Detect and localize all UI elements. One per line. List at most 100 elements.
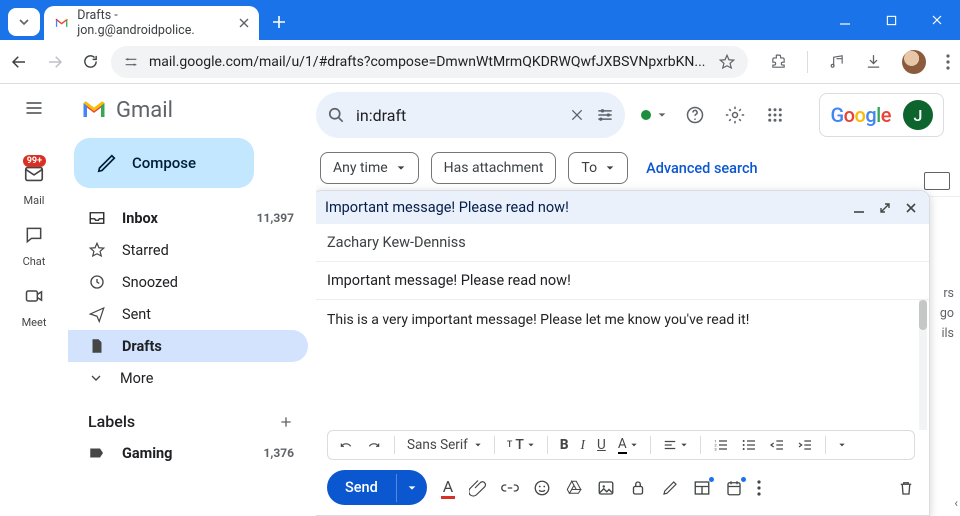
folder-snoozed[interactable]: Snoozed	[68, 266, 308, 298]
caret-down-icon	[527, 441, 535, 449]
text-format-toggle[interactable]: A	[441, 477, 455, 499]
forward-button[interactable]	[46, 53, 64, 71]
numbered-list-button[interactable]: 123	[713, 437, 729, 453]
minimize-compose-button[interactable]	[853, 202, 865, 214]
bold-button[interactable]: B	[560, 437, 569, 453]
tune-icon[interactable]	[595, 105, 615, 125]
schedule-button[interactable]	[725, 479, 743, 497]
minimize-button[interactable]	[822, 0, 868, 40]
filter-to[interactable]: To	[568, 152, 628, 184]
font-family-select[interactable]: Sans Serif	[407, 437, 482, 453]
insert-emoji-button[interactable]	[533, 479, 551, 497]
align-button[interactable]	[663, 438, 688, 452]
search-input[interactable]	[356, 106, 559, 125]
compose-body[interactable]: This is a very important message! Please…	[316, 300, 929, 430]
filter-anytime[interactable]: Any time	[320, 152, 419, 184]
indent-more-button[interactable]	[797, 437, 813, 453]
ul-icon	[741, 437, 757, 453]
fullscreen-compose-button[interactable]	[879, 202, 891, 214]
downloads-button[interactable]	[865, 53, 882, 70]
clear-icon[interactable]	[569, 107, 585, 123]
layout-button[interactable]	[693, 479, 711, 497]
active-dot-icon	[641, 110, 651, 120]
folder-more[interactable]: More	[68, 362, 308, 394]
address-bar[interactable]: mail.google.com/mail/u/1/#drafts?compose…	[111, 46, 748, 78]
send-button[interactable]: Send	[327, 470, 427, 505]
reload-button[interactable]	[82, 53, 99, 70]
input-tools-button[interactable]	[924, 172, 950, 190]
text-color-button[interactable]: A	[618, 436, 638, 454]
folder-label: More	[120, 370, 153, 387]
account-chip[interactable]: Google J	[819, 93, 944, 137]
extensions-button[interactable]	[770, 53, 787, 70]
rail-meet[interactable]: Meet	[18, 280, 50, 329]
compose-more-button[interactable]	[757, 480, 761, 496]
apps-button[interactable]	[763, 106, 787, 124]
media-button[interactable]	[828, 53, 845, 70]
compose-header[interactable]: Important message! Please read now!	[316, 191, 929, 224]
gear-icon	[725, 105, 745, 125]
caret-down-icon	[630, 441, 638, 449]
svg-text:3: 3	[714, 446, 716, 451]
search-box[interactable]	[316, 92, 625, 138]
compose-to[interactable]: Zachary Kew-Denniss	[316, 224, 929, 262]
compose-button[interactable]: Compose	[74, 138, 254, 188]
attach-button[interactable]	[469, 479, 487, 497]
send-options-button[interactable]	[396, 474, 427, 502]
format-more-button[interactable]	[838, 441, 846, 449]
caret-down-icon	[605, 163, 615, 173]
close-window-button[interactable]	[914, 0, 960, 40]
rail-chat[interactable]: Chat	[18, 219, 50, 268]
tab-close-button[interactable]	[239, 18, 249, 28]
status-indicator[interactable]	[641, 110, 667, 120]
support-button[interactable]	[683, 105, 707, 125]
folder-starred[interactable]: Starred	[68, 234, 308, 266]
side-panel-toggle[interactable]: ‹	[954, 496, 958, 510]
label-count: 1,376	[264, 446, 295, 460]
discard-draft-button[interactable]	[897, 479, 915, 497]
filter-attachment[interactable]: Has attachment	[431, 152, 557, 184]
underline-button[interactable]: U	[597, 437, 606, 453]
insert-signature-button[interactable]	[661, 479, 679, 497]
apps-grid-icon	[766, 106, 784, 124]
scrollbar-thumb[interactable]	[919, 300, 927, 330]
settings-button[interactable]	[723, 105, 747, 125]
compose-subject[interactable]: Important message! Please read now!	[316, 262, 929, 300]
maximize-button[interactable]	[868, 0, 914, 40]
undo-button[interactable]	[338, 437, 354, 453]
folder-drafts[interactable]: Drafts	[68, 330, 308, 362]
add-label-button[interactable]	[278, 414, 294, 430]
rail-mail[interactable]: 99+ Mail	[18, 158, 50, 207]
close-compose-button[interactable]	[905, 202, 917, 214]
insert-drive-button[interactable]	[565, 479, 583, 497]
insert-link-button[interactable]	[501, 479, 519, 497]
indent-less-button[interactable]	[769, 437, 785, 453]
back-button[interactable]	[10, 53, 28, 71]
divider	[807, 51, 808, 73]
caret-down-icon	[680, 441, 688, 449]
main-menu-button[interactable]	[24, 94, 44, 122]
kebab-icon	[946, 54, 950, 70]
new-tab-button[interactable]	[265, 8, 293, 36]
browser-tab[interactable]: Drafts - jon.g@androidpolice.	[44, 6, 259, 40]
redo-button[interactable]	[366, 437, 382, 453]
brand[interactable]: Gmail	[68, 90, 308, 138]
star-icon[interactable]	[718, 53, 736, 71]
folder-sent[interactable]: Sent	[68, 298, 308, 330]
formatting-toolbar: Sans Serif TT B I U A 123	[327, 430, 915, 460]
label-gaming[interactable]: Gaming 1,376	[68, 437, 308, 469]
advanced-search-link[interactable]: Advanced search	[646, 160, 758, 177]
close-icon	[931, 14, 943, 26]
bullet-list-button[interactable]	[741, 437, 757, 453]
confidential-button[interactable]	[629, 479, 647, 497]
font-size-button[interactable]: TT	[507, 437, 535, 453]
folder-inbox[interactable]: Inbox 11,397	[68, 202, 308, 234]
tab-search-button[interactable]	[8, 8, 40, 36]
caret-down-icon	[657, 110, 667, 120]
labels-header: Labels	[68, 394, 308, 437]
insert-photo-button[interactable]	[597, 479, 615, 497]
profile-avatar[interactable]	[902, 50, 926, 74]
italic-button[interactable]: I	[581, 437, 586, 453]
folder-count: 11,397	[257, 211, 294, 225]
browser-menu-button[interactable]	[946, 54, 950, 70]
